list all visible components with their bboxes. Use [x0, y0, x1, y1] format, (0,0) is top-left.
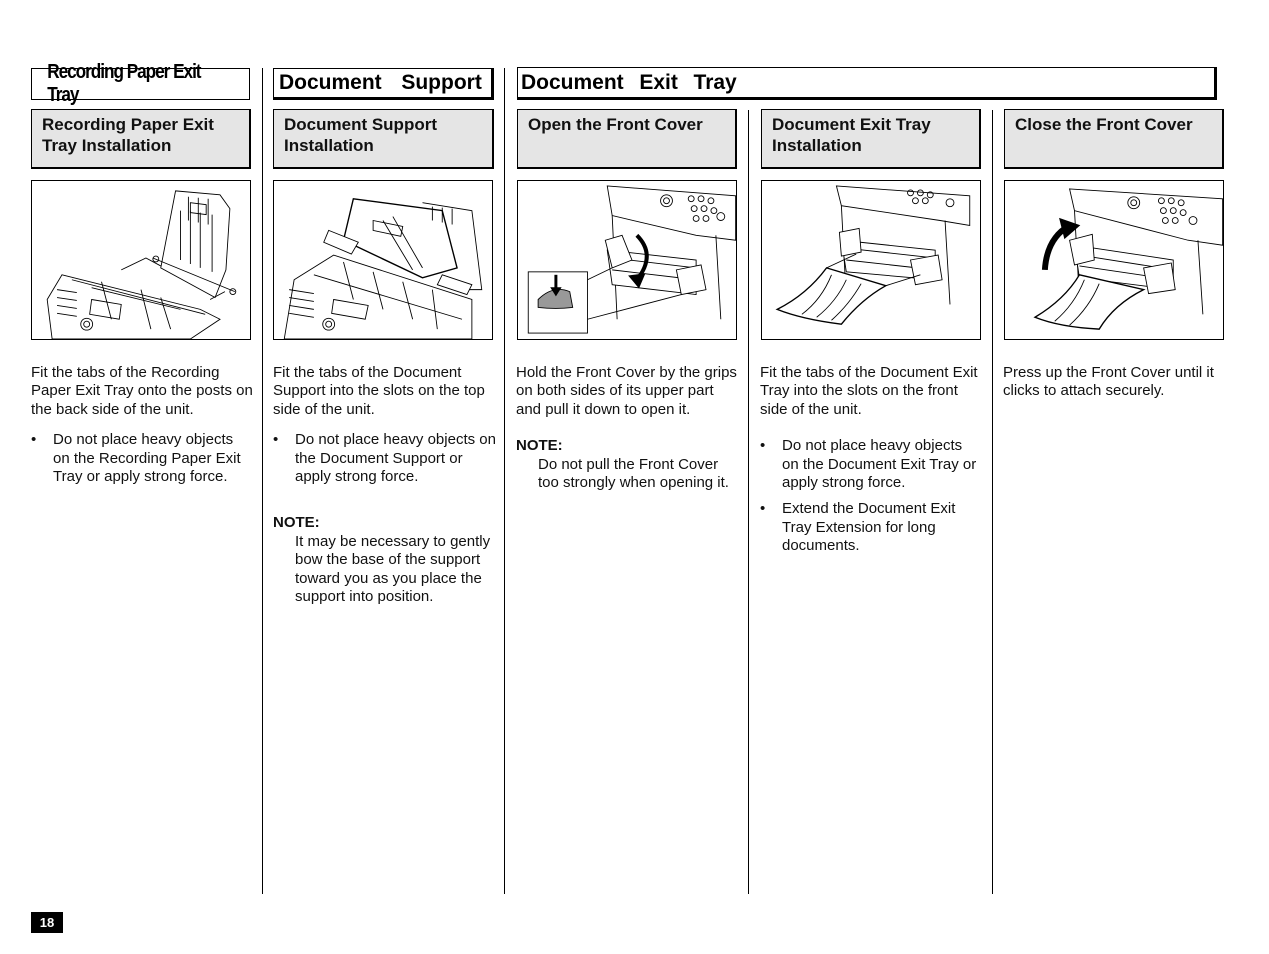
bullet-icon: • — [760, 500, 766, 518]
note-label: NOTE: — [516, 437, 563, 455]
caution-bullet: • Do not place heavy objects on the Docu… — [760, 437, 978, 492]
section-title-document-exit-tray: Document Exit Tray — [517, 67, 1217, 100]
step-heading-document-support-installation: Document Support Installation — [273, 109, 494, 169]
document-exit-tray-illustration — [761, 180, 981, 340]
note-text: Do not pull the Front Cover too strongly… — [538, 455, 729, 492]
step-heading-close-front-cover: Close the Front Cover — [1004, 109, 1224, 169]
note-text: It may be necessary to gently bow the ba… — [295, 532, 491, 606]
instruction-paragraph: Fit the tabs of the Document Support int… — [273, 364, 485, 418]
bullet-text: Extend the Document Exit Tray Extension … — [782, 500, 956, 555]
document-support-instructions: Fit the tabs of the Document Support int… — [273, 364, 497, 606]
recording-tray-instructions: Fit the tabs of the Recording Paper Exit… — [31, 364, 253, 494]
step-heading-open-front-cover: Open the Front Cover — [517, 109, 737, 169]
column-divider — [504, 68, 505, 894]
column-divider — [262, 68, 263, 894]
page-number: 18 — [31, 912, 63, 933]
document-exit-tray-instructions: Fit the tabs of the Document Exit Tray i… — [760, 364, 978, 564]
instruction-paragraph: Fit the tabs of the Document Exit Tray i… — [760, 364, 978, 418]
column-divider — [992, 110, 993, 894]
close-front-cover-illustration — [1004, 180, 1224, 340]
column-divider — [748, 110, 749, 894]
close-front-cover-instructions: Press up the Front Cover until it clicks… — [1003, 364, 1225, 413]
caution-bullet: • Do not place heavy objects on the Docu… — [273, 431, 497, 486]
bullet-text: Do not place heavy objects on the Record… — [53, 431, 241, 486]
step-heading-document-exit-tray-installation: Document Exit Tray Installation — [761, 109, 981, 169]
open-front-cover-instructions: Hold the Front Cover by the grips on bot… — [516, 364, 738, 492]
tip-bullet: • Extend the Document Exit Tray Extensio… — [760, 500, 978, 555]
section-title-recording-paper-exit-tray: Recording Paper Exit Tray — [31, 61, 250, 106]
open-front-cover-illustration — [517, 180, 737, 340]
bullet-icon: • — [760, 437, 766, 455]
section-title-document-support: Document Support — [273, 68, 494, 100]
caution-bullet: • Do not place heavy objects on the Reco… — [31, 431, 253, 486]
recording-paper-exit-tray-illustration — [31, 180, 251, 340]
bullet-icon: • — [273, 431, 279, 449]
bullet-text: Do not place heavy objects on the Docume… — [295, 431, 496, 486]
section-title-text: Recording Paper Exit Tray — [47, 61, 201, 106]
instruction-paragraph: Press up the Front Cover until it clicks… — [1003, 364, 1214, 400]
note-label: NOTE: — [273, 514, 320, 532]
bullet-icon: • — [31, 431, 37, 449]
document-support-illustration — [273, 180, 493, 340]
instruction-paragraph: Hold the Front Cover by the grips on bot… — [516, 364, 737, 418]
bullet-text: Do not place heavy objects on the Docume… — [782, 437, 977, 492]
step-heading-recording-tray-installation: Recording Paper Exit Tray Installation — [31, 109, 251, 169]
instruction-paragraph: Fit the tabs of the Recording Paper Exit… — [31, 364, 253, 418]
